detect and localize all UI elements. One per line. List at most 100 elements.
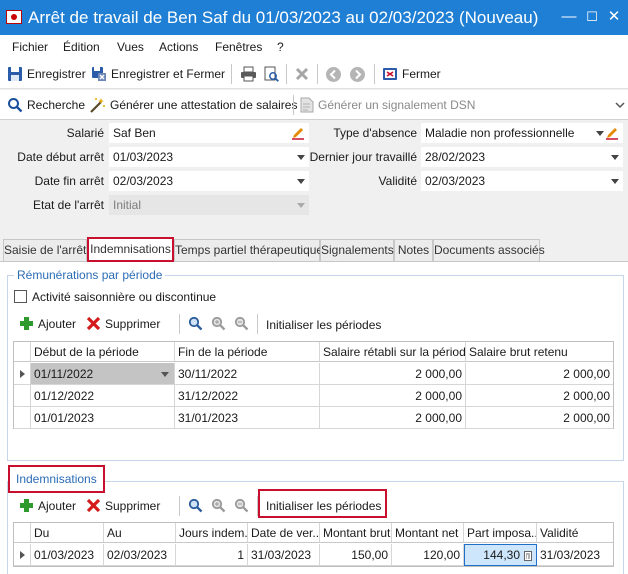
column-header[interactable]: Salaire rétabli sur la période [320,342,466,361]
table-cell[interactable]: 01/01/2023 [31,407,175,429]
validite-field[interactable]: 02/03/2023 [421,171,623,191]
menu-fenetres[interactable]: Fenêtres [215,40,262,54]
search-button[interactable]: Recherche [7,97,85,113]
edit-pencil-icon[interactable] [291,126,305,140]
table-cell[interactable]: 144,30 [464,544,537,566]
tab-temps-partiel[interactable]: Temps partiel thérapeutique [174,239,323,261]
print-preview-button[interactable] [263,66,280,82]
table-cell[interactable]: 150,00 [320,544,392,566]
saisonniere-label: Activité saisonnière ou discontinue [32,290,217,304]
delete-period-button[interactable]: Supprimer [86,316,160,331]
search-period-button[interactable] [188,316,203,331]
dropdown-arrow-icon[interactable] [161,372,169,377]
tab-saisie[interactable]: Saisie de l'arrêt [3,239,87,261]
save-button[interactable]: Enregistrer [7,66,86,82]
maximize-button[interactable]: ☐ [581,6,603,28]
row-indicator [14,363,31,385]
table-cell[interactable]: 2 000,00 [320,363,466,385]
zoom-in-button[interactable] [211,498,226,513]
debut-date-field[interactable]: 01/03/2023 [109,147,309,167]
magnifier-icon [188,316,203,331]
fermer-button[interactable]: Fermer [382,66,441,82]
table-cell[interactable]: 2 000,00 [320,385,466,407]
generate-attestation-button[interactable]: Générer une attestation de salaires [89,97,297,113]
grid-header: Du Au Jours indem... Date de ver... Mont… [14,523,613,543]
table-cell[interactable]: 31/12/2022 [175,385,320,407]
table-cell[interactable]: 31/01/2023 [175,407,320,429]
menu-fichier[interactable]: Fichier [12,40,48,54]
menu-edition[interactable]: Édition [63,40,100,54]
dropdown-arrow-icon[interactable] [297,155,305,160]
table-cell[interactable]: 2 000,00 [320,407,466,429]
table-cell[interactable]: 2 000,00 [466,363,613,385]
table-cell[interactable]: 2 000,00 [466,407,613,429]
delete-label: Supprimer [105,498,161,513]
row-indicator [14,544,31,566]
tab-documents[interactable]: Documents associés [433,239,545,261]
table-cell[interactable]: 120,00 [392,544,464,566]
dernier-jour-value: 28/02/2023 [425,150,486,164]
tab-signalements[interactable]: Signalements [320,239,394,261]
generate-dsn-button[interactable]: Générer un signalement DSN [300,97,475,113]
dropdown-arrow-icon[interactable] [297,179,305,184]
print-button[interactable] [240,66,257,82]
table-cell[interactable]: 1 [176,544,248,566]
dropdown-arrow-icon[interactable] [596,131,604,136]
column-header[interactable]: Début de la période [31,342,175,361]
zoom-in-button[interactable] [211,316,226,331]
indemnisations-title: Indemnisations [8,465,105,493]
add-period-button[interactable]: Ajouter [19,316,76,331]
delete-button[interactable] [294,66,310,82]
table-cell[interactable]: 31/03/2023 [248,544,320,566]
zoom-out-button[interactable] [234,316,249,331]
column-header[interactable]: Du [31,523,104,542]
column-header[interactable]: Au [104,523,176,542]
add-indemnisation-button[interactable]: Ajouter [19,498,76,513]
type-absence-field[interactable]: Maladie non professionnelle [421,123,623,143]
table-cell[interactable]: 2 000,00 [466,385,613,407]
menu-vues[interactable]: Vues [117,40,144,54]
tab-indemnisations[interactable]: Indemnisations [87,237,174,262]
dernier-jour-field[interactable]: 28/02/2023 [421,147,623,167]
tab-notes[interactable]: Notes [394,239,433,261]
column-header[interactable]: Fin de la période [175,342,320,361]
previous-button[interactable] [325,66,342,83]
column-header[interactable]: Montant net [392,523,464,542]
init-indemnisations-button[interactable]: Initialiser les périodes [266,499,381,513]
edit-pencil-icon[interactable] [605,126,619,140]
saisonniere-checkbox[interactable] [14,290,27,303]
menu-actions[interactable]: Actions [159,40,198,54]
table-row[interactable]: 01/03/2023 02/03/2023 1 31/03/2023 150,0… [14,544,613,566]
table-cell[interactable]: 02/03/2023 [104,544,176,566]
table-row[interactable]: 01/12/2022 31/12/2022 2 000,00 2 000,00 [14,385,613,407]
save-close-button[interactable]: Enregistrer et Fermer [91,66,225,82]
column-header[interactable]: Salaire brut retenu [466,342,613,361]
chevron-down-icon[interactable] [615,101,625,109]
fin-date-field[interactable]: 02/03/2023 [109,171,309,191]
table-cell[interactable]: 01/11/2022 [31,363,175,385]
table-cell[interactable]: 01/12/2022 [31,385,175,407]
column-header[interactable]: Jours indem... [176,523,248,542]
column-header[interactable]: Part imposa... [464,523,537,542]
dropdown-arrow-icon[interactable] [611,155,619,160]
column-header[interactable]: Date de ver... [248,523,320,542]
close-window-button[interactable]: ✕ [603,6,625,28]
init-periods-button[interactable]: Initialiser les périodes [266,318,381,332]
next-button[interactable] [349,66,366,83]
menu-help[interactable]: ? [277,40,284,54]
delete-indemnisation-button[interactable]: Supprimer [86,498,160,513]
column-header[interactable]: Validité [537,523,613,542]
salarie-field[interactable]: Saf Ben [109,123,309,143]
dropdown-arrow-icon[interactable] [611,179,619,184]
search-indemnisation-button[interactable] [188,498,203,513]
row-indicator [14,407,31,429]
table-row[interactable]: 01/11/2022 30/11/2022 2 000,00 2 000,00 [14,363,613,385]
table-row[interactable]: 01/01/2023 31/01/2023 2 000,00 2 000,00 [14,407,613,429]
minimize-button[interactable]: — [558,6,580,28]
column-header[interactable]: Montant brut [320,523,392,542]
zoom-out-button[interactable] [234,498,249,513]
table-cell[interactable]: 30/11/2022 [175,363,320,385]
calculator-icon[interactable] [524,551,532,561]
table-cell[interactable]: 01/03/2023 [31,544,104,566]
table-cell[interactable]: 31/03/2023 [537,544,613,566]
